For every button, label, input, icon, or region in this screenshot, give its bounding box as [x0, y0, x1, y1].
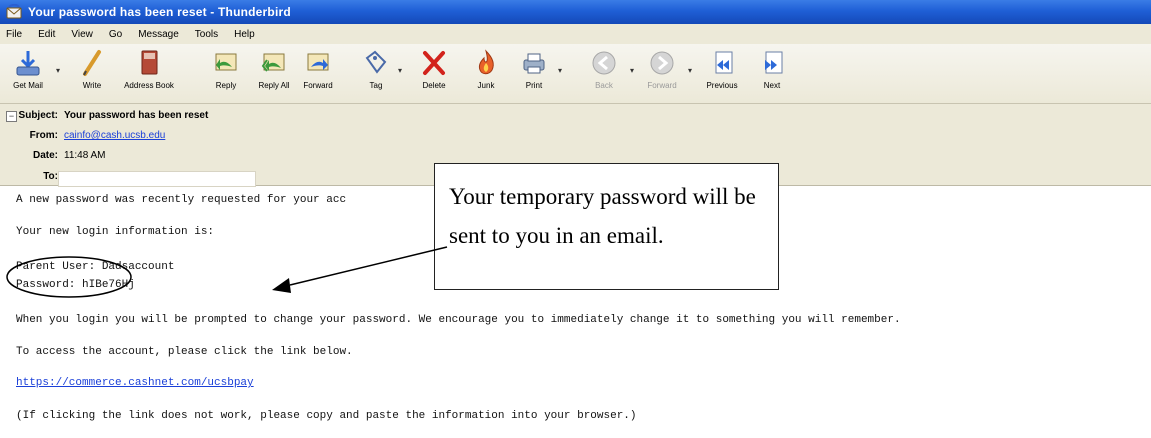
print-label: Print [525, 81, 543, 90]
forward-button[interactable]: Forward [292, 48, 344, 100]
body-line-password: Password: hIBe76Hj [16, 279, 135, 291]
reply-icon [215, 53, 237, 71]
get-mail-label: Get Mail [13, 81, 43, 90]
cashnet-link[interactable]: https://commerce.cashnet.com/ucsbpay [16, 377, 254, 389]
tag-label: Tag [369, 81, 383, 90]
menu-tools[interactable]: Tools [195, 29, 218, 40]
forward-nav-dropdown-icon[interactable]: ▾ [688, 66, 692, 75]
from-label: From: [29, 130, 58, 141]
junk-flame-icon [478, 49, 494, 75]
body-line-request: A new password was recently requested fo… [16, 194, 347, 206]
callout-arrowhead [272, 278, 291, 293]
forward-nav-button[interactable]: Forward [636, 48, 688, 100]
next-label: Next [763, 81, 781, 90]
forward-nav-label: Forward [647, 81, 677, 90]
back-arrow-icon [592, 51, 616, 75]
get-mail-button[interactable]: Get Mail [2, 48, 54, 100]
address-book-button[interactable]: Address Book [118, 48, 180, 100]
tag-button[interactable]: Tag [350, 48, 402, 100]
subject-label: Subject: [18, 110, 58, 121]
menu-go[interactable]: Go [109, 29, 122, 40]
menu-help[interactable]: Help [234, 29, 255, 40]
pencil-icon [83, 50, 101, 76]
callout-line-2: sent to you in an email. [449, 223, 664, 248]
delete-label: Delete [422, 81, 446, 90]
from-row: From: cainfo@cash.ucsb.edu [18, 130, 166, 141]
delete-button[interactable]: Delete [408, 48, 460, 100]
body-line-parent-user: Parent User: Dadsaccount [16, 261, 175, 273]
callout-line-1: Your temporary password will be [449, 184, 756, 209]
write-label: Write [82, 81, 102, 90]
reply-label: Reply [215, 81, 237, 90]
subject-row: Subject: Your password has been reset [18, 110, 209, 121]
mail-toolbar: Get Mail ▾ Write Address Book Reply Repl… [0, 44, 1151, 104]
window-title: Your password has been reset - Thunderbi… [28, 5, 291, 19]
body-line-login-info: Your new login information is: [16, 226, 215, 238]
previous-label: Previous [706, 81, 738, 90]
get-mail-icon [16, 51, 40, 76]
next-button[interactable]: Next [746, 48, 798, 100]
forward-arrow-icon [650, 51, 674, 75]
date-value: 11:48 AM [64, 150, 106, 161]
date-label: Date: [32, 150, 58, 161]
junk-label: Junk [477, 81, 495, 90]
collapse-header-icon[interactable]: − [6, 111, 17, 122]
forward-label: Forward [303, 81, 333, 90]
junk-button[interactable]: Junk [460, 48, 512, 100]
address-book-icon [141, 50, 158, 75]
menu-view[interactable]: View [71, 29, 93, 40]
previous-message-icon [715, 51, 733, 74]
callout-box: Your temporary password will be sent to … [434, 163, 779, 290]
menu-file[interactable]: File [6, 29, 22, 40]
reply-all-icon [261, 53, 285, 72]
printer-icon [523, 53, 545, 74]
next-message-icon [765, 51, 783, 74]
date-row: Date: 11:48 AM [18, 150, 106, 161]
subject-value: Your password has been reset [64, 110, 209, 121]
reply-all-label: Reply All [258, 81, 290, 90]
body-line-change-password: When you login you will be prompted to c… [16, 314, 901, 326]
delete-x-icon [423, 51, 445, 75]
to-label: To: [43, 171, 58, 182]
reply-button[interactable]: Reply [200, 48, 252, 100]
window-title-bar[interactable]: Your password has been reset - Thunderbi… [0, 0, 1151, 24]
previous-button[interactable]: Previous [696, 48, 748, 100]
print-button[interactable]: Print [508, 48, 560, 100]
back-label: Back [595, 81, 613, 90]
menu-message[interactable]: Message [138, 29, 179, 40]
body-line-copy-paste: (If clicking the link does not work, ple… [16, 410, 637, 422]
get-mail-dropdown-icon[interactable]: ▾ [56, 66, 60, 75]
tag-dropdown-icon[interactable]: ▾ [398, 66, 402, 75]
body-line-access: To access the account, please click the … [16, 346, 353, 358]
write-button[interactable]: Write [66, 48, 118, 100]
print-dropdown-icon[interactable]: ▾ [558, 66, 562, 75]
from-address-link[interactable]: cainfo@cash.ucsb.edu [64, 130, 165, 141]
back-button[interactable]: Back [578, 48, 630, 100]
tag-icon [365, 50, 387, 74]
thunderbird-app-icon [6, 4, 22, 19]
callout-arrow-line [289, 246, 448, 286]
address-book-label: Address Book [124, 81, 174, 90]
menu-edit[interactable]: Edit [38, 29, 55, 40]
to-address-field [58, 171, 256, 187]
back-dropdown-icon[interactable]: ▾ [630, 66, 634, 75]
forward-icon [307, 53, 329, 71]
menu-bar: File Edit View Go Message Tools Help [0, 24, 1151, 44]
